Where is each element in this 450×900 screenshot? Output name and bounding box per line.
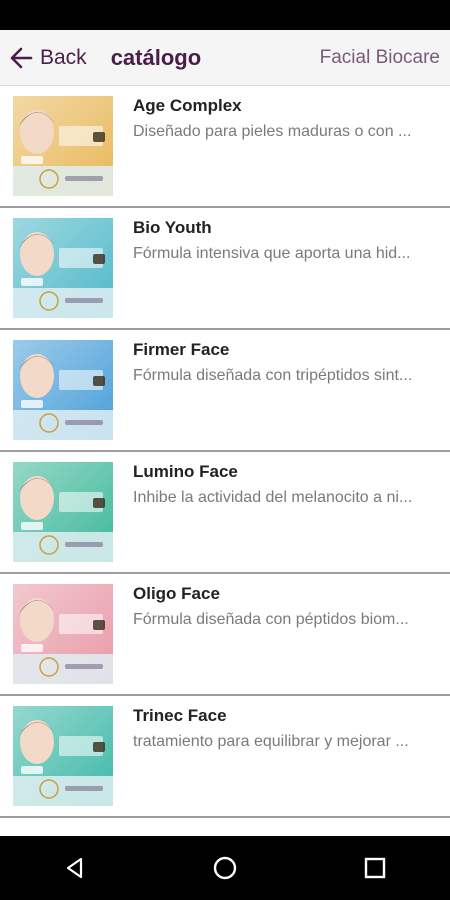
list-item[interactable]: Lumino Face Inhibe la actividad del melan… bbox=[0, 452, 450, 574]
list-item[interactable]: Trinec Face tratamiento para equilibrar y… bbox=[0, 696, 450, 818]
product-name: Trinec Face bbox=[133, 706, 227, 725]
arrow-left-icon bbox=[8, 45, 34, 71]
square-recents-icon[interactable] bbox=[345, 838, 405, 898]
product-description: Fórmula diseñada con tripéptidos sint... bbox=[133, 367, 413, 384]
triangle-back-icon[interactable] bbox=[45, 838, 105, 898]
back-label: Back bbox=[40, 45, 87, 69]
lumino-face-product-thumbnail bbox=[13, 462, 113, 562]
product-name: Bio Youth bbox=[133, 218, 212, 237]
page-title: catálogo bbox=[110, 44, 202, 70]
circle-home-icon[interactable] bbox=[195, 838, 255, 898]
product-name: Oligo Face bbox=[133, 584, 220, 603]
list-item[interactable]: Age Complex Diseñado para pieles maduras … bbox=[0, 86, 450, 208]
brand-title: Facial Biocare bbox=[319, 46, 440, 68]
list-item[interactable]: Oligo Face Fórmula diseñada con péptidos … bbox=[0, 574, 450, 696]
app-bar: Back catálogo Facial Biocare bbox=[0, 30, 450, 86]
trinec-face-product-thumbnail bbox=[13, 706, 113, 806]
status-bar bbox=[0, 0, 450, 30]
product-description: Diseñado para pieles maduras o con ... bbox=[133, 123, 412, 140]
product-name: Firmer Face bbox=[133, 340, 230, 359]
age-complex-product-thumbnail bbox=[13, 96, 113, 196]
oligo-face-product-thumbnail bbox=[13, 584, 113, 684]
product-description: Fórmula diseñada con péptidos biom... bbox=[133, 611, 409, 628]
product-description: tratamiento para equilibrar y mejorar ..… bbox=[133, 733, 409, 750]
system-nav-bar bbox=[0, 836, 450, 900]
product-name: Age Complex bbox=[133, 96, 242, 115]
list-item[interactable]: Bio Youth Fórmula intensiva que aporta un… bbox=[0, 208, 450, 330]
firmer-face-product-thumbnail bbox=[13, 340, 113, 440]
list-item[interactable]: Firmer Face Fórmula diseñada con tripépti… bbox=[0, 330, 450, 452]
product-name: Lumino Face bbox=[133, 462, 238, 481]
product-description: Fórmula intensiva que aporta una hid... bbox=[133, 245, 411, 262]
bio-youth-product-thumbnail bbox=[13, 218, 113, 318]
back-button[interactable]: Back bbox=[8, 45, 87, 71]
product-list: Age Complex Diseñado para pieles maduras … bbox=[0, 86, 450, 818]
product-description: Inhibe la actividad del melanocito a ni.… bbox=[133, 489, 413, 506]
